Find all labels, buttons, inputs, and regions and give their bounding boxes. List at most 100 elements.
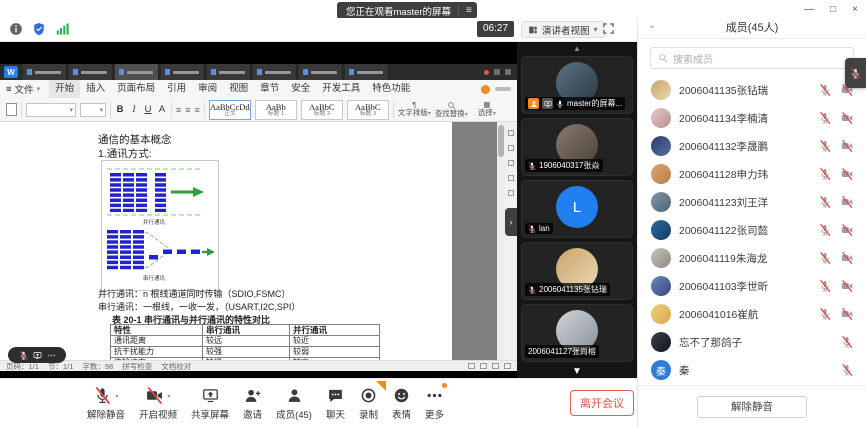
fullscreen-icon[interactable] [602, 22, 615, 35]
ribbon-tab-security[interactable]: 安全 [285, 80, 316, 98]
style-heading2[interactable]: AaBbC标题 2 [301, 100, 343, 120]
chat-button[interactable]: 聊天 [319, 386, 352, 421]
font-color-button[interactable]: A [157, 104, 167, 115]
style-normal[interactable]: AaBbCcDd正文 [209, 100, 251, 120]
search-placeholder: 搜索成员 [673, 51, 713, 66]
camera-off-icon [841, 280, 853, 292]
bold-button[interactable]: B [115, 104, 125, 115]
ribbon-tab-devtools[interactable]: 开发工具 [316, 80, 366, 98]
view-icon[interactable] [492, 363, 499, 369]
scrollbar-thumb[interactable] [498, 125, 504, 157]
video-tile[interactable]: 1906040317张焱 [521, 118, 633, 176]
ribbon-tab-layout[interactable]: 页面布局 [111, 80, 161, 98]
align-left-icon[interactable]: ≡ [176, 105, 181, 115]
document-tab-active[interactable] [115, 64, 159, 80]
scroll-down-arrow[interactable]: ▼ [517, 366, 637, 377]
find-replace-tool[interactable]: 查找替换▾ [435, 101, 468, 119]
maximize-button[interactable]: □ [830, 4, 836, 15]
font-family-select[interactable]: ▾ [26, 103, 76, 117]
ribbon-tab-features[interactable]: 特色功能 [366, 80, 416, 98]
leave-meeting-button[interactable]: 离开会议 [570, 390, 634, 416]
document-tab[interactable] [207, 64, 251, 80]
members-button[interactable]: 成员(45) [269, 386, 319, 421]
document-tab[interactable] [299, 64, 343, 80]
sidebar-icon[interactable] [508, 130, 514, 136]
member-search-input[interactable]: 搜索成员 [650, 47, 854, 69]
paste-button[interactable] [6, 103, 17, 116]
member-row[interactable]: 2006041123刘王洋 [638, 188, 866, 216]
font-size-select[interactable]: ▾ [80, 103, 106, 117]
video-tile[interactable]: 2006041135张钻瑞 [521, 242, 633, 300]
sidebar-icon[interactable] [508, 190, 514, 196]
sidebar-icon[interactable] [508, 175, 514, 181]
share-screen-button[interactable]: 共享屏幕 [184, 386, 236, 421]
underline-button[interactable]: U [143, 104, 153, 115]
ribbon-tab-home[interactable]: 开始 [49, 80, 80, 98]
member-row[interactable]: 2006041135张钻瑞 [638, 76, 866, 104]
ribbon-tab-insert[interactable]: 插入 [80, 80, 111, 98]
file-menu[interactable]: ≡ 文件 ▾ [6, 82, 40, 96]
sidebar-icon[interactable] [508, 160, 514, 166]
video-tile[interactable]: L lan [521, 180, 633, 238]
banner-menu-icon[interactable]: ≡ [466, 6, 472, 16]
view-mode-button[interactable]: 演讲者视图 ▾ [521, 21, 605, 38]
security-shield-icon[interactable] [32, 22, 46, 36]
record-button[interactable]: 录制 [352, 386, 385, 421]
document-tab[interactable] [69, 64, 113, 80]
audio-options-caret-icon[interactable]: ▴ [116, 392, 119, 399]
emoji-button[interactable]: 表情 [385, 386, 418, 421]
view-icon[interactable] [480, 363, 487, 369]
member-row[interactable]: 2006041122张司懿 [638, 216, 866, 244]
view-icon[interactable] [468, 363, 475, 369]
video-tile-presenter[interactable]: master的屏幕... [521, 56, 633, 114]
member-row[interactable]: 秦 秦 [638, 356, 866, 384]
italic-button[interactable]: I [129, 105, 139, 115]
proofread-toggle[interactable]: 文档校对 [161, 361, 191, 372]
collapse-panel-icon[interactable]: ⌄ [648, 20, 656, 31]
ribbon-tab-section[interactable]: 章节 [254, 80, 285, 98]
member-row[interactable]: 2006041132李晟鹏 [638, 132, 866, 160]
start-video-button[interactable]: ▴ 开启视频 [132, 386, 184, 421]
share-button-placeholder[interactable] [495, 87, 511, 91]
tab-bar-icon[interactable] [494, 69, 500, 75]
member-row[interactable]: 2006041103李世昕 [638, 272, 866, 300]
account-avatar[interactable] [481, 85, 490, 94]
ribbon-tab-review[interactable]: 审阅 [192, 80, 223, 98]
text-layout-tool[interactable]: ¶ 文字排版▾ [398, 101, 431, 119]
document-scrollbar[interactable] [497, 122, 505, 360]
ribbon-tab-view[interactable]: 视图 [223, 80, 254, 98]
align-center-icon[interactable]: ≡ [185, 105, 190, 115]
floating-meeting-controls[interactable] [8, 347, 66, 363]
network-signal-icon[interactable] [55, 22, 69, 36]
video-options-caret-icon[interactable]: ▴ [168, 392, 171, 399]
unmute-button[interactable]: 解除静音 [697, 396, 807, 418]
more-button[interactable]: 更多 [418, 386, 451, 421]
member-row[interactable]: 2006041128申力玮 [638, 160, 866, 188]
unmute-audio-button[interactable]: ▴ 解除静音 [80, 386, 132, 421]
sidebar-icon[interactable] [508, 145, 514, 151]
scroll-up-arrow[interactable]: ▲ [517, 42, 637, 56]
invite-button[interactable]: 邀请 [236, 386, 269, 421]
align-right-icon[interactable]: ≡ [195, 105, 200, 115]
style-heading3[interactable]: AaBbC标题 3 [347, 100, 389, 120]
tile-label: 2006041127张尚榕 [525, 345, 599, 358]
member-row[interactable]: 2006041134李楠清 [638, 104, 866, 132]
video-tile[interactable]: 2006041127张尚榕 [521, 304, 633, 362]
spellcheck-toggle[interactable]: 拼写检查 [122, 361, 152, 372]
member-row[interactable]: 忘不了那鸽子 [638, 328, 866, 356]
view-icon[interactable] [504, 363, 511, 369]
tab-bar-icon[interactable] [505, 69, 511, 75]
meeting-info-icon[interactable] [9, 22, 23, 36]
member-row[interactable]: 2006041016崔航 [638, 300, 866, 328]
sidebar-expand-tab[interactable]: › [505, 208, 517, 236]
document-tab[interactable] [161, 64, 205, 80]
ribbon-tab-references[interactable]: 引用 [161, 80, 192, 98]
close-button[interactable]: × [852, 4, 858, 15]
document-tab[interactable] [253, 64, 297, 80]
minimize-button[interactable]: — [804, 4, 814, 15]
document-tab[interactable] [23, 64, 67, 80]
select-tool[interactable]: ▦ 选择▾ [472, 101, 502, 119]
document-tab[interactable] [345, 64, 389, 80]
style-heading1[interactable]: AaBb标题 1 [255, 100, 297, 120]
member-row[interactable]: 2006041119朱海龙 [638, 244, 866, 272]
